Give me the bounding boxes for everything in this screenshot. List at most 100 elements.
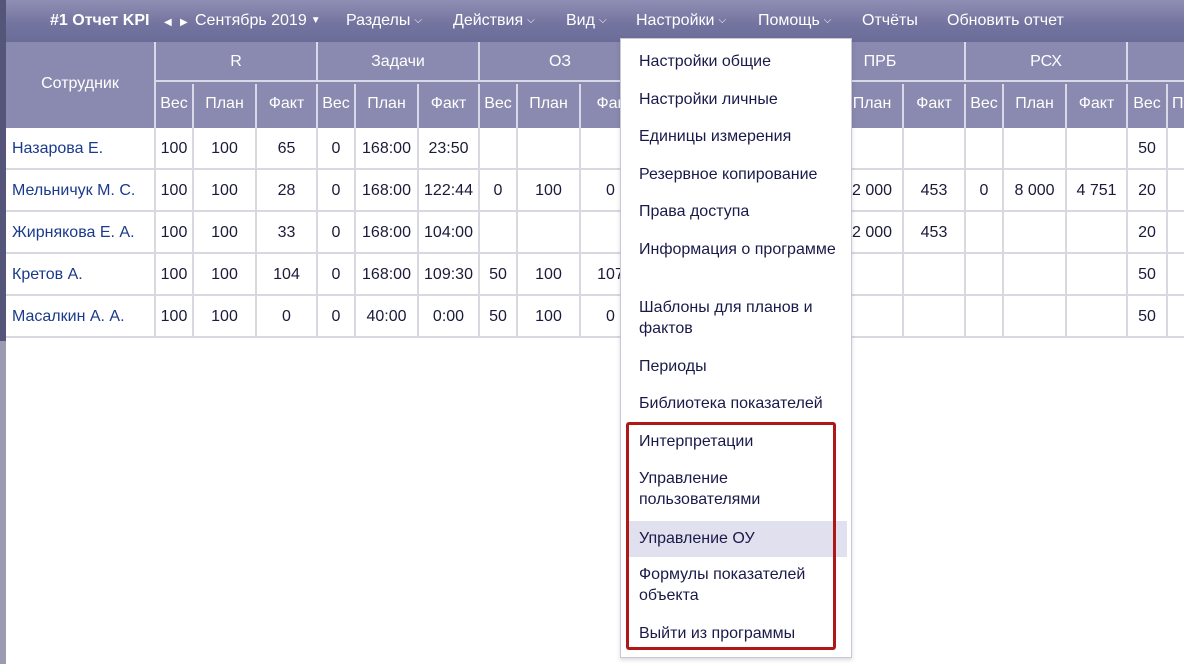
prb-fact <box>904 128 966 168</box>
menu-item-access-rights[interactable]: Права доступа <box>627 201 847 222</box>
r-plan: 100 <box>194 170 257 210</box>
tasks-fact: 122:44 <box>419 170 480 210</box>
tasks-plan: 168:00 <box>356 254 419 294</box>
table-row[interactable]: Кретов А. 100 100 104 0 168:00 109:30 50… <box>6 254 1184 296</box>
chevron-down-icon: ⌵ <box>718 15 727 26</box>
menu-item-general-settings[interactable]: Настройки общие <box>627 51 847 72</box>
r-plan: 100 <box>194 128 257 168</box>
prev-period-icon[interactable]: ◀ <box>164 13 172 33</box>
next-weight: 50 <box>1128 128 1168 168</box>
next-weight: 20 <box>1128 170 1168 210</box>
tasks-weight: 0 <box>318 170 356 210</box>
menu-view[interactable]: Вид ⌵ <box>566 11 607 31</box>
menu-item-backup[interactable]: Резервное копирование <box>627 164 847 185</box>
menu-item-indicator-library[interactable]: Библиотека показателей <box>627 393 847 414</box>
report-title[interactable]: #1 Отчет KPI <box>50 11 149 31</box>
employee-name[interactable]: Кретов А. <box>6 254 156 294</box>
table-row[interactable]: Назарова Е. 100 100 65 0 168:00 23:50 50 <box>6 128 1184 170</box>
rsh-plan <box>1004 254 1067 294</box>
table-row[interactable]: Жирнякова Е. А. 100 100 33 0 168:00 104:… <box>6 212 1184 254</box>
r-fact: 0 <box>257 296 318 336</box>
next-weight: 50 <box>1128 254 1168 294</box>
rsh-weight <box>966 212 1004 252</box>
menu-item-interpretations[interactable]: Интерпретации <box>627 431 847 452</box>
menu-item-object-formulas[interactable]: Формулы показателей объекта <box>627 564 847 606</box>
subheader-next-weight: Вес <box>1128 84 1168 128</box>
tasks-weight: 0 <box>318 296 356 336</box>
subheader-rsh-weight: Вес <box>966 84 1004 128</box>
left-border <box>0 341 6 664</box>
rsh-fact: 4 751 <box>1067 170 1128 210</box>
group-header-tasks: Задачи <box>318 42 480 82</box>
next-weight: 50 <box>1128 296 1168 336</box>
employee-name[interactable]: Назарова Е. <box>6 128 156 168</box>
rsh-fact <box>1067 254 1128 294</box>
chevron-down-icon: ⌵ <box>598 15 607 26</box>
subheader-r-plan: План <box>194 84 257 128</box>
chevron-down-icon: ▼ <box>310 15 321 26</box>
oz-plan: 100 <box>518 296 581 336</box>
employee-name[interactable]: Масалкин А. А. <box>6 296 156 336</box>
subheader-r-fact: Факт <box>257 84 318 128</box>
r-weight: 100 <box>156 296 194 336</box>
table-row[interactable]: Мельничук М. С. 100 100 28 0 168:00 122:… <box>6 170 1184 212</box>
table-row[interactable]: Масалкин А. А. 100 100 0 0 40:00 0:00 50… <box>6 296 1184 338</box>
r-fact: 65 <box>257 128 318 168</box>
employee-column-header[interactable]: Сотрудник <box>6 42 156 128</box>
oz-weight: 50 <box>480 254 518 294</box>
menu-item-periods[interactable]: Периоды <box>627 356 847 377</box>
rsh-plan <box>1004 212 1067 252</box>
r-weight: 100 <box>156 212 194 252</box>
subheader-tasks-weight: Вес <box>318 84 356 128</box>
subheader-r-weight: Вес <box>156 84 194 128</box>
oz-weight <box>480 212 518 252</box>
group-header-oz: ОЗ <box>480 42 642 82</box>
oz-weight <box>480 128 518 168</box>
menu-item-exit[interactable]: Выйти из программы <box>627 623 847 644</box>
menu-item-templates[interactable]: Шаблоны для планов и фактов <box>627 297 847 339</box>
group-header-r: R <box>156 42 318 82</box>
period-selector[interactable]: Сентябрь 2019 ▼ <box>195 11 321 31</box>
menu-reports[interactable]: Отчёты <box>862 11 918 31</box>
tasks-fact: 109:30 <box>419 254 480 294</box>
tasks-plan: 168:00 <box>356 170 419 210</box>
subheader-oz-plan: План <box>518 84 581 128</box>
tasks-fact: 104:00 <box>419 212 480 252</box>
rsh-plan <box>1004 296 1067 336</box>
subheader-oz-weight: Вес <box>480 84 518 128</box>
prb-fact <box>904 296 966 336</box>
table-body: Назарова Е. 100 100 65 0 168:00 23:50 50… <box>0 128 1184 341</box>
tasks-weight: 0 <box>318 212 356 252</box>
rsh-weight <box>966 296 1004 336</box>
prb-fact: 453 <box>904 170 966 210</box>
r-plan: 100 <box>194 296 257 336</box>
tasks-weight: 0 <box>318 128 356 168</box>
employee-name[interactable]: Мельничук М. С. <box>6 170 156 210</box>
menu-settings[interactable]: Настройки ⌵ <box>636 11 726 31</box>
tasks-fact: 23:50 <box>419 128 480 168</box>
r-weight: 100 <box>156 170 194 210</box>
table-header: Сотрудник R Задачи ОЗ ПРБ РСХ Вес План Ф… <box>0 42 1184 128</box>
group-header-rsh: РСХ <box>966 42 1128 82</box>
refresh-report-button[interactable]: Обновить отчет <box>947 11 1064 31</box>
employee-name[interactable]: Жирнякова Е. А. <box>6 212 156 252</box>
next-period-icon[interactable]: ▶ <box>180 13 188 33</box>
oz-plan: 100 <box>518 254 581 294</box>
menu-item-personal-settings[interactable]: Настройки личные <box>627 89 847 110</box>
subheader-tasks-fact: Факт <box>419 84 480 128</box>
menu-help[interactable]: Помощь ⌵ <box>758 11 831 31</box>
menu-item-units[interactable]: Единицы измерения <box>627 126 847 147</box>
menu-sections[interactable]: Разделы ⌵ <box>346 11 422 31</box>
menu-item-org-unit-management[interactable]: Управление ОУ <box>627 521 847 557</box>
menu-item-about[interactable]: Информация о программе <box>627 239 847 260</box>
oz-plan <box>518 128 581 168</box>
tasks-plan: 168:00 <box>356 128 419 168</box>
settings-dropdown-menu: Настройки общие Настройки личные Единицы… <box>620 38 852 658</box>
menu-item-user-management[interactable]: Управление пользователями <box>627 468 847 510</box>
menu-actions[interactable]: Действия ⌵ <box>453 11 535 31</box>
subheader-next-plan: П <box>1172 95 1184 112</box>
r-weight: 100 <box>156 128 194 168</box>
oz-weight: 0 <box>480 170 518 210</box>
subheader-rsh-fact: Факт <box>1067 84 1128 128</box>
r-fact: 28 <box>257 170 318 210</box>
